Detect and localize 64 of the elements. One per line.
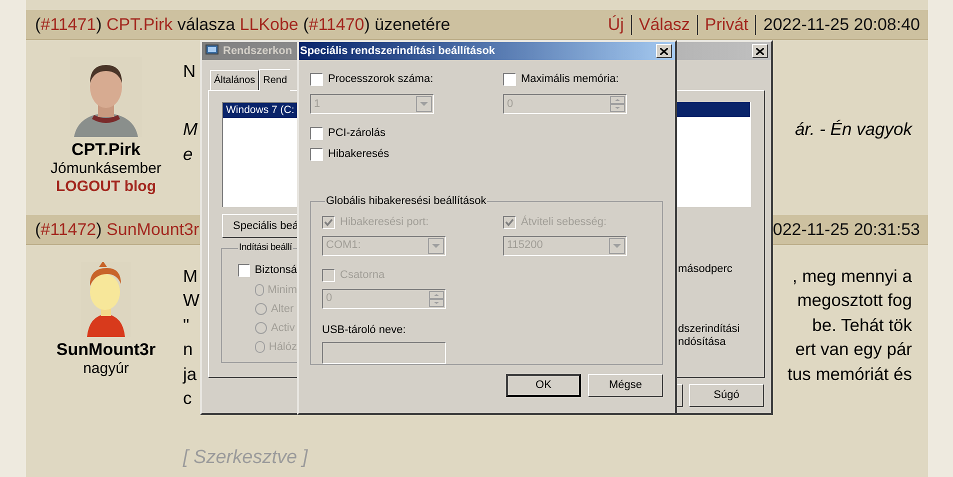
option-text: dszerindítási	[678, 323, 741, 336]
spin-buttons-icon	[610, 96, 625, 112]
checkbox[interactable]: Hibakeresés	[310, 147, 675, 161]
post-text: ert van egy pár	[795, 338, 912, 362]
checkbox[interactable]: Processzorok száma:	[310, 72, 503, 86]
group-title: Globális hibakeresési beállítások	[325, 194, 488, 209]
edited-note: [ Szerkesztve ]	[183, 446, 309, 470]
post-header-text: (#11472) SunMount3r	[35, 218, 200, 241]
user-rank: Jómunkásember	[50, 160, 162, 178]
post-text: ár. - Én vagyok	[794, 118, 912, 142]
caret-icon	[609, 238, 625, 254]
blog-link[interactable]: LOGOUT blog	[56, 178, 156, 196]
close-icon	[660, 48, 668, 54]
list-item[interactable]: Windows 7 (C:	[223, 103, 297, 118]
link[interactable]: #11470	[308, 14, 364, 34]
user-rank: nagyúr	[83, 360, 129, 378]
checkbox[interactable]: PCI-zárolás	[310, 126, 675, 140]
option-text: ndósítása	[678, 336, 727, 349]
link[interactable]: CPT.Pirk	[106, 14, 173, 34]
check-icon	[505, 218, 514, 227]
post-text: M	[183, 265, 198, 288]
field-label: USB-tároló neve:	[322, 322, 407, 338]
post-header-text: (#11471) CPT.Pirk válasza LLKobe (#11470) üzenetére	[35, 14, 450, 36]
post-text: c	[183, 387, 192, 410]
tab[interactable]: Rend	[259, 69, 290, 91]
action-link[interactable]: Privát	[698, 14, 756, 34]
post-text: megosztott fog	[797, 289, 912, 312]
post-text: W	[183, 289, 200, 312]
post-text: M	[183, 118, 198, 142]
username[interactable]: SunMount3r	[56, 340, 156, 360]
spin-buttons-icon	[429, 290, 444, 306]
option-text: másodperc	[678, 263, 734, 276]
post-text: "	[183, 314, 190, 337]
close-button[interactable]	[656, 44, 672, 58]
group-title: Indítási beállí	[238, 241, 293, 255]
post-text: ja	[183, 362, 197, 386]
post-text: tus memóriát és	[788, 362, 912, 386]
link[interactable]: #11471	[40, 14, 96, 34]
window-title: Rendszerkon	[223, 44, 292, 59]
tab[interactable]: Általános	[210, 70, 260, 90]
post-text: N	[183, 60, 196, 84]
checkbox[interactable]: Maximális memória:	[503, 72, 675, 86]
timestamp: 022-11-25 20:31:53	[772, 218, 920, 241]
close-icon	[756, 48, 764, 54]
close-button[interactable]	[752, 44, 768, 58]
post-text: be. Tehát tök	[812, 314, 912, 337]
checkbox[interactable]: Biztonsá	[238, 263, 297, 278]
cancel-button[interactable]: Mégse	[588, 374, 663, 397]
window-title: Speciális rendszerindítási beállítások	[299, 44, 496, 59]
post-text: , meg mennyi a	[792, 265, 912, 288]
link[interactable]: LLKobe	[240, 14, 298, 34]
post-text: e	[183, 142, 193, 166]
help-button[interactable]: Súgó	[689, 384, 764, 407]
caret-icon	[416, 96, 432, 112]
action-link[interactable]: Válasz	[632, 14, 698, 34]
caret-icon	[428, 238, 444, 254]
post-text: n	[183, 338, 193, 362]
timestamp: 2022-11-25 20:08:40	[762, 14, 920, 36]
link[interactable]: SunMount3r	[106, 220, 200, 239]
ok-button[interactable]: OK	[506, 374, 581, 397]
action-link[interactable]: Új	[600, 14, 632, 34]
check-icon	[324, 218, 333, 227]
link[interactable]: #11472	[40, 220, 96, 239]
username[interactable]: CPT.Pirk	[72, 140, 140, 160]
